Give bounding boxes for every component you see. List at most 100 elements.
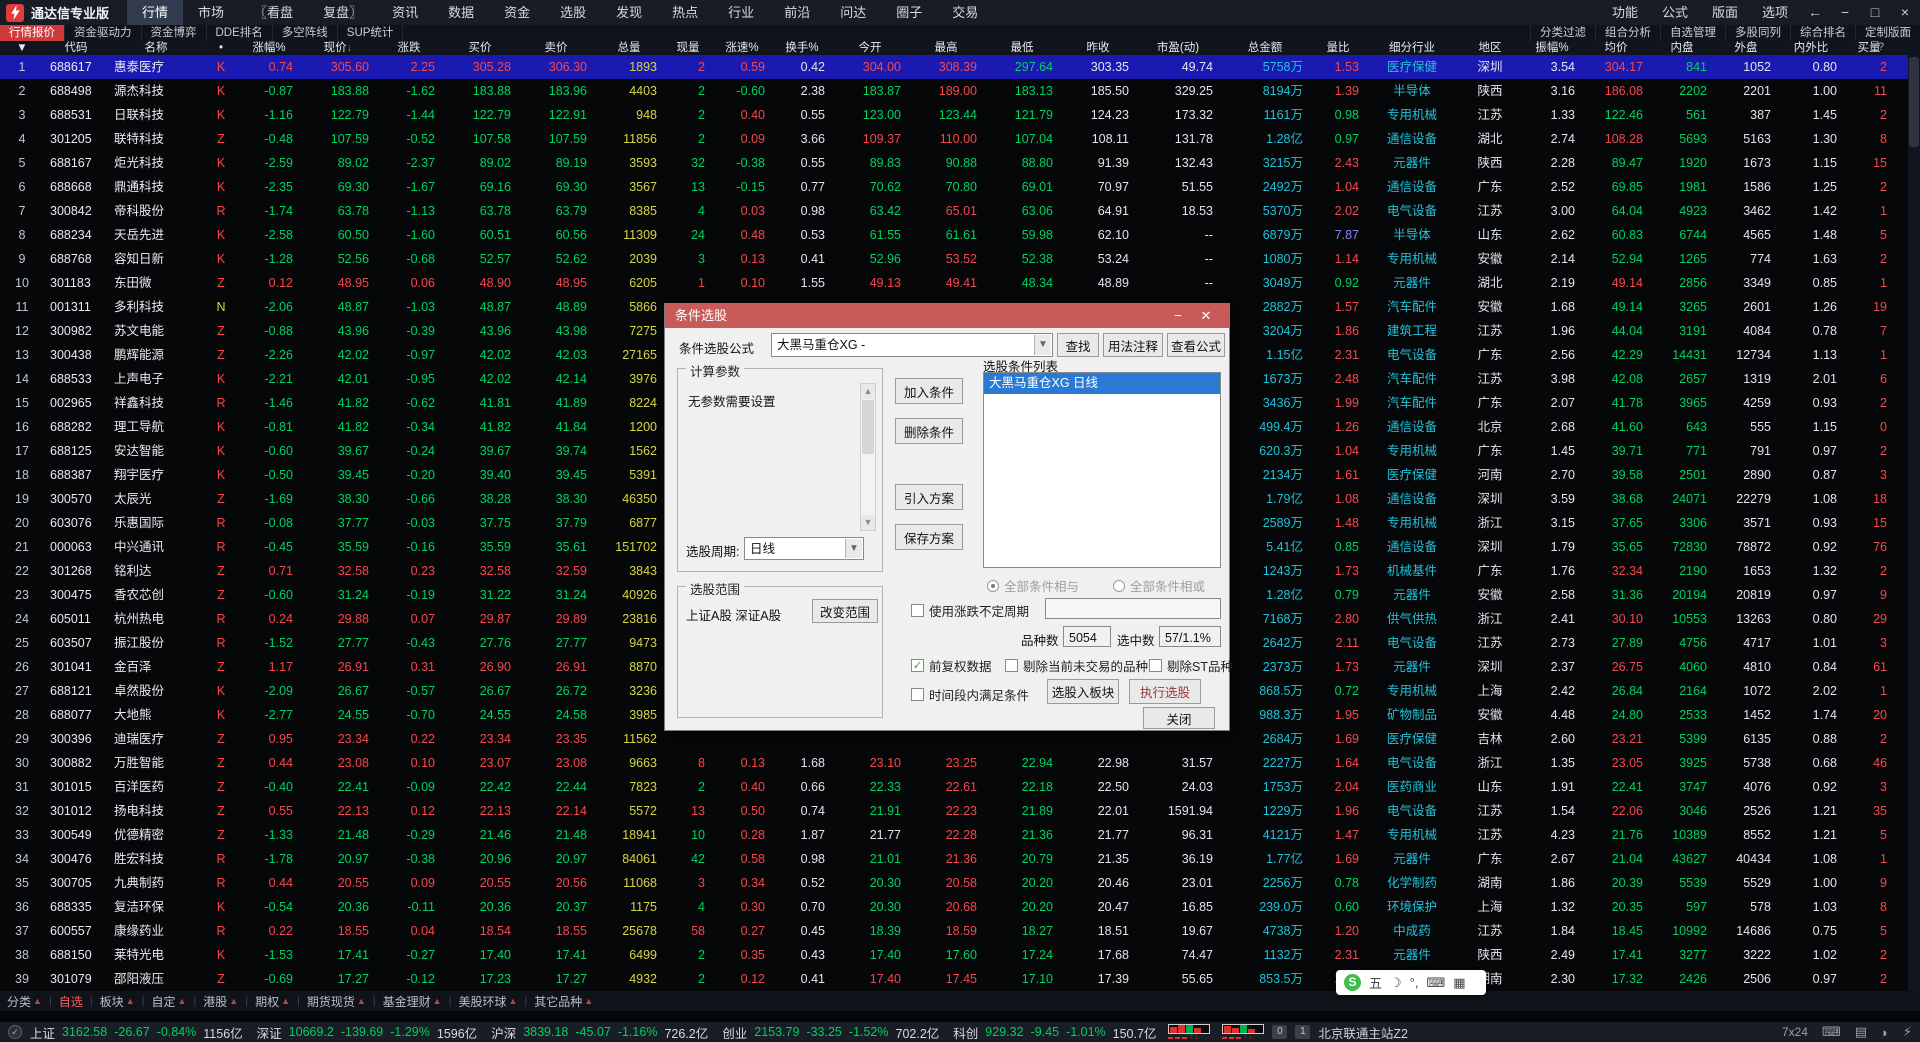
params-scrollbar[interactable]: ▲ ▼ (860, 383, 876, 531)
table-row-36[interactable]: 36 688335 复洁环保 K -0.54 20.36 -0.11 20.36 20.37 11… (0, 895, 1920, 919)
server-station[interactable]: 北京联通主站Z2 (1318, 1023, 1408, 1042)
punctuation-icon[interactable]: °, (1410, 975, 1419, 990)
column-header-outer[interactable]: 外盘 (1714, 41, 1778, 55)
right-menu-item-4[interactable]: 选项 (1750, 0, 1800, 25)
scrollbar-thumb[interactable] (1909, 57, 1919, 147)
execute-selection-button[interactable]: 执行选股 (1129, 679, 1201, 704)
column-header-bid[interactable]: 买价 (442, 41, 518, 55)
ime-toolbar[interactable]: S 五 ☽ °, ⌨ ▦ (1336, 970, 1486, 995)
params-scroll-thumb[interactable] (862, 400, 874, 454)
table-row-37[interactable]: 37 600557 康缘药业 R 0.22 18.55 0.04 18.54 18.55 2567… (0, 919, 1920, 943)
scroll-up-icon[interactable]: ▲ (861, 384, 875, 399)
toolbar-right-item-3[interactable]: 自选管理 (1660, 25, 1725, 41)
toolbar-right-item-4[interactable]: 多股同列 (1725, 25, 1790, 41)
ime-logo-icon[interactable]: S (1344, 974, 1361, 991)
toolbar-right-item-5[interactable]: 综合排名 (1790, 25, 1855, 41)
ime-mode[interactable]: 五 (1369, 973, 1382, 992)
usage-note-button[interactable]: 用法注释 (1103, 333, 1163, 357)
menu-item-6[interactable]: 数据 (433, 0, 489, 25)
table-row-35[interactable]: 35 300705 九典制药 R 0.44 20.55 0.09 20.55 20.56 1106… (0, 871, 1920, 895)
column-header-industry[interactable]: 细分行业 (1366, 41, 1458, 55)
column-header-pe[interactable]: 市盈(动) (1136, 41, 1220, 55)
menu-item-10[interactable]: 热点 (657, 0, 713, 25)
footer-tab-9[interactable]: 美股环球 ▲ (451, 993, 524, 1010)
table-row-34[interactable]: 34 300476 胜宏科技 R -1.78 20.97 -0.38 20.96 20.97 84… (0, 847, 1920, 871)
close-icon[interactable]: × (1890, 0, 1920, 25)
footer-tab-6[interactable]: 期权 ▲ (248, 993, 297, 1010)
footer-tab-4[interactable]: 自定 ▲ (144, 993, 193, 1010)
column-header-inout[interactable]: 内外比 (1778, 41, 1844, 55)
column-header-index[interactable]: ▼ (0, 41, 44, 55)
table-scrollbar[interactable] (1908, 55, 1920, 991)
column-header-price[interactable]: 现价↓ (300, 41, 376, 55)
condition-list-item[interactable]: 大黑马重仓XG 日线 (984, 373, 1220, 394)
save-plan-button[interactable]: 保存方案 (895, 524, 963, 550)
back-arrow-icon[interactable]: ← (1800, 0, 1830, 25)
menu-item-12[interactable]: 前沿 (769, 0, 825, 25)
menu-item-1[interactable]: 行情 (127, 0, 184, 25)
footer-tab-10[interactable]: 其它品种 ▲ (527, 993, 600, 1010)
keyboard-icon[interactable]: ⌨ (1822, 1024, 1841, 1040)
dialog-title-bar[interactable]: 条件选股 (665, 304, 1229, 328)
right-menu-item-1[interactable]: 功能 (1600, 0, 1650, 25)
grid-icon[interactable]: ▦ (1453, 975, 1465, 991)
footer-tab-3[interactable]: 板块 ▲ (93, 993, 142, 1010)
toolbar-item-1[interactable]: 行情报价 (0, 25, 65, 41)
satellite-icon[interactable]: ◗ (1881, 1025, 1889, 1040)
column-header-high[interactable]: 最高 (908, 41, 984, 55)
index-quote-5[interactable]: 科创 929.32 -9.45 -1.01% 150.7亿 (953, 1023, 1156, 1042)
column-header-ask[interactable]: 卖价 (518, 41, 594, 55)
column-header-avg[interactable]: 均价 (1582, 41, 1650, 55)
condition-list[interactable]: 大黑马重仓XG 日线 (983, 372, 1221, 568)
view-formula-button[interactable]: 查看公式 (1167, 333, 1225, 357)
keyboard-icon[interactable]: ⌨ (1426, 975, 1445, 991)
menu-item-8[interactable]: 选股 (545, 0, 601, 25)
change-range-button[interactable]: 改变范围 (812, 599, 878, 623)
toolbar-right-item-6[interactable]: 定制版面 (1855, 25, 1920, 41)
menu-item-9[interactable]: 发现 (601, 0, 657, 25)
station-badge[interactable]: 1 (1295, 1025, 1311, 1039)
table-row-5[interactable]: 5 688167 炬光科技 K -2.59 89.02 -2.37 89.02 89.19 359… (0, 151, 1920, 175)
market-mini-chart[interactable]: ↑ ↓ (1222, 1024, 1265, 1041)
toolbar-item-4[interactable]: DDE排名 (207, 25, 273, 41)
footer-tab-1[interactable]: 分类 ▲ (0, 993, 49, 1010)
formula-combo[interactable]: 大黑马重仓XG - ▼ (771, 333, 1053, 357)
table-row-38[interactable]: 38 688150 莱特光电 K -1.53 17.41 -0.27 17.40 17.41 64… (0, 943, 1920, 967)
column-header-low[interactable]: 最低 (984, 41, 1060, 55)
column-header-speed[interactable]: 涨速% (712, 41, 772, 55)
column-header-tag[interactable]: • (204, 41, 238, 55)
column-header-open[interactable]: 今开 (832, 41, 908, 55)
remove-condition-button[interactable]: 删除条件 (895, 418, 963, 444)
column-header-volratio[interactable]: 量比 (1310, 41, 1366, 55)
toolbar-item-5[interactable]: 多空阵线 (273, 25, 338, 41)
column-header-buyvol[interactable]: 买量 (1844, 41, 1894, 55)
table-row-4[interactable]: 4 301205 联特科技 Z -0.48 107.59 -0.52 107.58 107.59… (0, 127, 1920, 151)
right-menu-item-2[interactable]: 公式 (1650, 0, 1700, 25)
column-header-prevclose[interactable]: 昨收 (1060, 41, 1136, 55)
table-row-6[interactable]: 6 688668 鼎通科技 K -2.35 69.30 -1.67 69.16 69.30 356… (0, 175, 1920, 199)
menu-item-7[interactable]: 资金 (489, 0, 545, 25)
import-plan-button[interactable]: 引入方案 (895, 484, 963, 510)
table-row-9[interactable]: 9 688768 容知日新 K -1.28 52.56 -0.68 52.57 52.62 203… (0, 247, 1920, 271)
table-row-8[interactable]: 8 688234 天岳先进 K -2.58 60.50 -1.60 60.51 60.56 113… (0, 223, 1920, 247)
column-header-code[interactable]: 代码 (44, 41, 108, 55)
radio-all-and[interactable]: 全部条件相与 (987, 576, 1079, 595)
menu-item-5[interactable]: 资讯 (377, 0, 433, 25)
table-row-39[interactable]: 39 301079 邵阳液压 Z -0.69 17.27 -0.12 17.23 17.27 49… (0, 967, 1920, 991)
period-select[interactable]: 日线 ▼ (744, 537, 864, 560)
toolbar-item-2[interactable]: 资金驱动力 (65, 25, 142, 41)
right-menu-item-3[interactable]: 版面 (1700, 0, 1750, 25)
radio-all-or[interactable]: 全部条件相或 (1113, 576, 1205, 595)
chevron-down-icon[interactable]: ▼ (845, 539, 862, 558)
index-quote-2[interactable]: 深证 10669.2 -139.69 -1.29% 1596亿 (257, 1023, 478, 1042)
table-row-2[interactable]: 2 688498 源杰科技 K -0.87 183.88 -1.62 183.88 183.96… (0, 79, 1920, 103)
column-header-amount[interactable]: 总金额 (1220, 41, 1310, 55)
column-header-amplitude[interactable]: 振幅% (1522, 41, 1582, 55)
table-row-7[interactable]: 7 300842 帝科股份 R -1.74 63.78 -1.13 63.78 63.79 838… (0, 199, 1920, 223)
pick-to-board-button[interactable]: 选股入板块 (1047, 679, 1119, 704)
table-row-10[interactable]: 10 301183 东田微 Z 0.12 48.95 0.06 48.90 48.95 6205 1… (0, 271, 1920, 295)
dialog-close-icon[interactable]: ✕ (1195, 304, 1217, 328)
checkbox-exclude-st[interactable]: 剔除ST品种 (1149, 656, 1233, 675)
restore-icon[interactable]: □ (1860, 0, 1890, 25)
moon-icon[interactable]: ☽ (1390, 975, 1402, 991)
